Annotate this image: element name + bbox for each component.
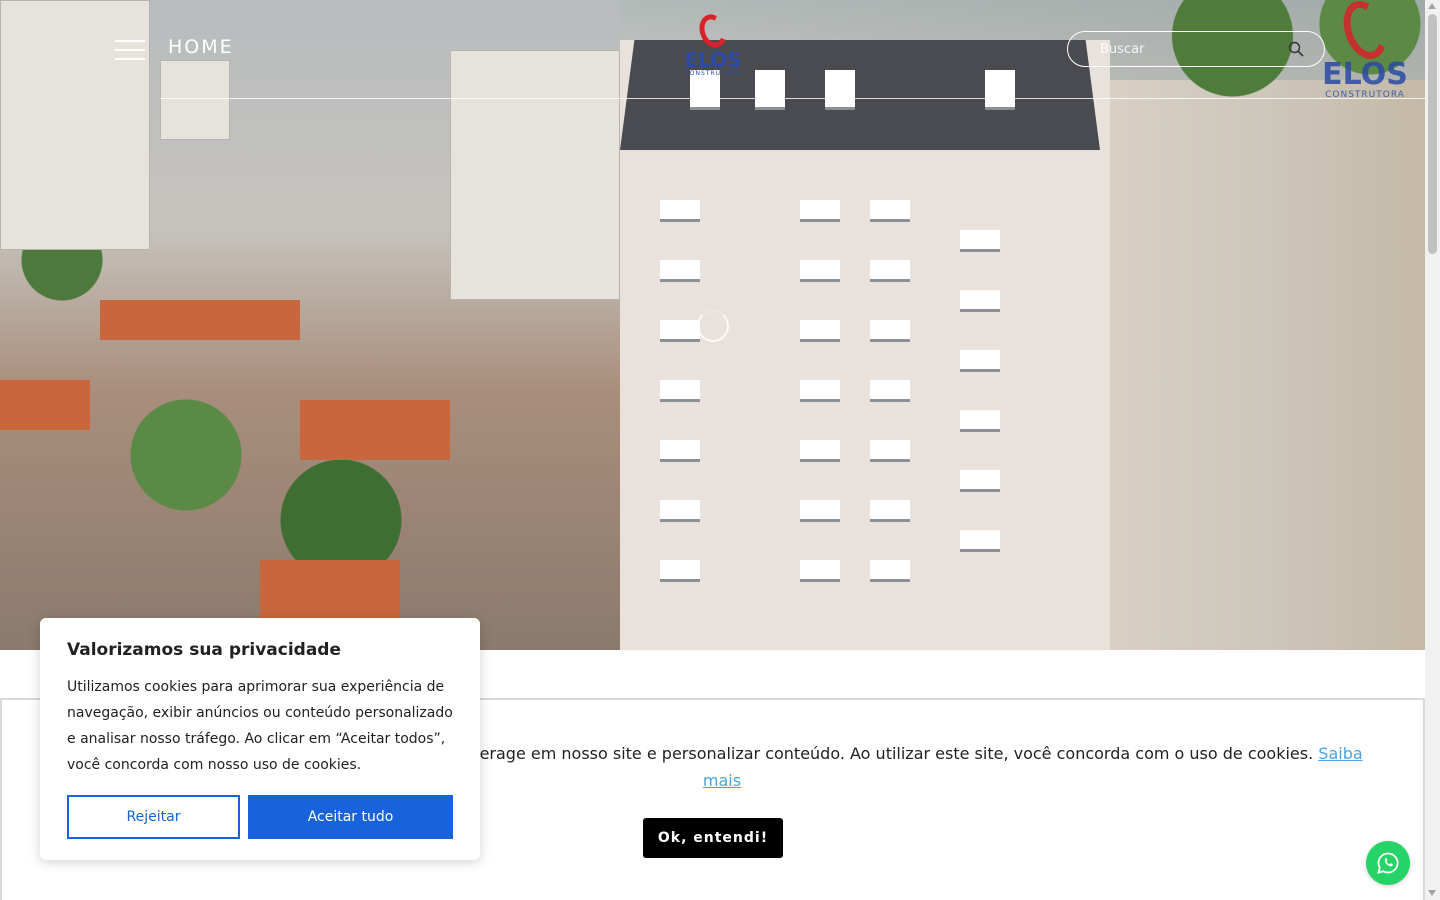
hero-window	[960, 470, 1000, 492]
hero-window	[800, 320, 840, 342]
hero-window	[800, 380, 840, 402]
hero-window	[870, 500, 910, 522]
ok-understood-button[interactable]: Ok, entendi!	[643, 818, 783, 858]
watermark-subtitle: CONSTRUTORA	[1325, 90, 1405, 100]
watermark-mark-icon	[1335, 0, 1395, 66]
hero-window	[660, 500, 700, 522]
hamburger-menu-icon[interactable]	[115, 38, 147, 62]
whatsapp-button[interactable]	[1366, 841, 1410, 885]
hero-window	[800, 440, 840, 462]
menu-label[interactable]: HOME	[168, 36, 234, 58]
hero-window	[960, 230, 1000, 252]
hero-roof	[100, 300, 300, 340]
hero-window	[870, 200, 910, 222]
reject-button[interactable]: Rejeitar	[67, 795, 240, 839]
search-box[interactable]	[1067, 31, 1325, 67]
hero-window	[660, 200, 700, 222]
search-input[interactable]	[1098, 38, 1278, 60]
loading-spinner-icon	[697, 310, 729, 342]
watermark-name: ELOS	[1322, 57, 1408, 92]
hero-window	[660, 320, 700, 342]
page-scrollbar[interactable]	[1425, 0, 1440, 900]
search-icon[interactable]	[1288, 41, 1304, 57]
header-divider	[160, 98, 1425, 99]
hero-dormer-window	[755, 70, 785, 110]
hero-window	[660, 260, 700, 282]
hero-window	[870, 320, 910, 342]
hero-window	[870, 440, 910, 462]
hero-window	[800, 500, 840, 522]
hero-window	[800, 560, 840, 582]
hero-window	[870, 380, 910, 402]
scroll-down-icon[interactable]	[1428, 890, 1436, 896]
hero-window	[660, 380, 700, 402]
privacy-consent-dialog: Valorizamos sua privacidade Utilizamos c…	[40, 618, 480, 860]
hero-window	[800, 260, 840, 282]
hero-window	[960, 350, 1000, 372]
consent-title: Valorizamos sua privacidade	[67, 640, 342, 660]
consent-body: Utilizamos cookies para aprimorar sua ex…	[67, 679, 453, 773]
scroll-up-icon[interactable]	[1428, 3, 1436, 9]
hero-window	[960, 410, 1000, 432]
accept-all-button[interactable]: Aceitar tudo	[248, 795, 453, 839]
hero-window	[660, 560, 700, 582]
hero-roof	[300, 400, 450, 460]
hero-roof	[0, 380, 90, 430]
hero-building-right	[1110, 80, 1425, 650]
site-logo[interactable]: ELOS CONSTRUTORA	[680, 10, 746, 86]
hero-dormer-window	[825, 70, 855, 110]
hero-window	[870, 560, 910, 582]
hero-building	[450, 50, 620, 300]
hero-window	[870, 260, 910, 282]
logo-subtitle: CONSTRUTORA	[684, 70, 742, 77]
watermark-logo: ELOS CONSTRUTORA	[1310, 0, 1420, 115]
scrollbar-thumb[interactable]	[1428, 14, 1437, 254]
hero-window	[800, 200, 840, 222]
hero-window	[960, 290, 1000, 312]
hero-window	[960, 530, 1000, 552]
hero-window	[660, 440, 700, 462]
whatsapp-icon	[1377, 852, 1399, 874]
hero-dormer-window	[985, 70, 1015, 110]
hero-building	[160, 60, 230, 140]
logo-name: ELOS	[684, 48, 742, 72]
logo-mark-icon	[694, 10, 732, 52]
